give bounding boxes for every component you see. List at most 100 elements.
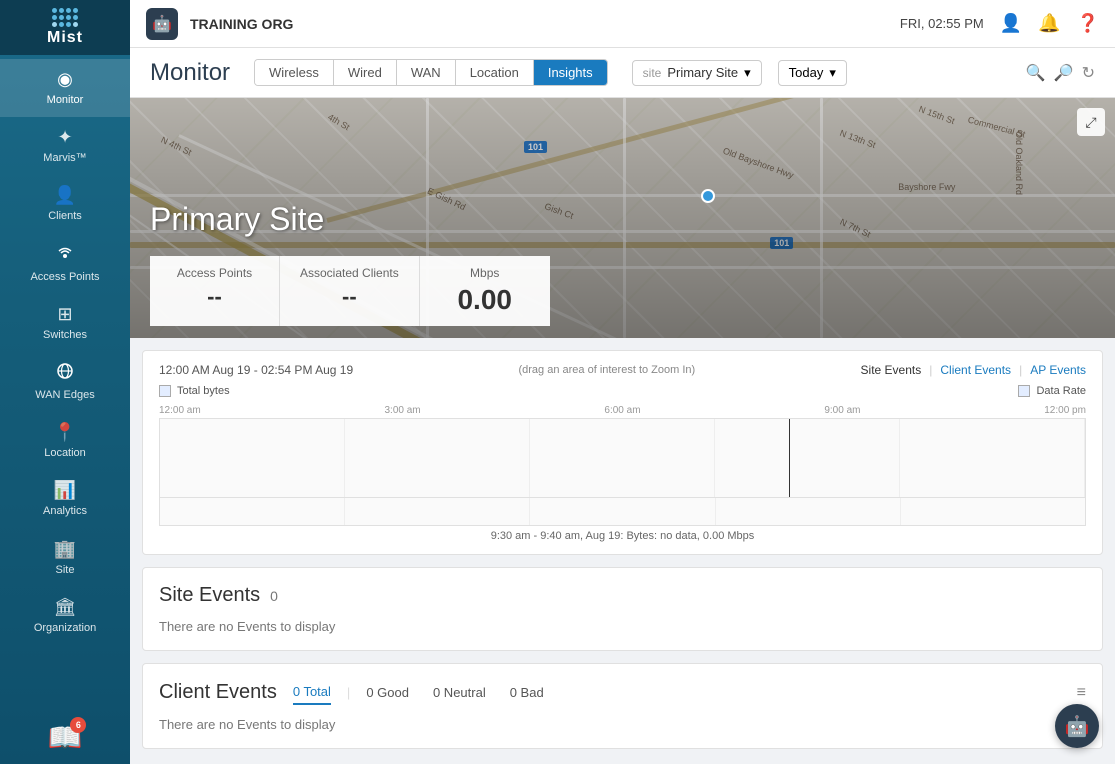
site-selector[interactable]: site Primary Site ▾: [632, 60, 762, 86]
chart-time-range: 12:00 AM Aug 19 - 02:54 PM Aug 19: [159, 363, 353, 377]
sidebar-item-wan-edges[interactable]: WAN Edges: [0, 352, 130, 412]
time-label-3: 9:00 am: [824, 405, 860, 416]
stat-card-ap: Access Points --: [150, 256, 280, 326]
sidebar-bottom: 📖 6: [38, 711, 93, 764]
ap-icon: [56, 244, 74, 267]
topbar-org-name: TRAINING ORG: [190, 16, 888, 32]
sidebar: Mist ◉ Monitor ✦ Marvis™ 👤 Clients Acces…: [0, 0, 130, 764]
chart-link-client-events[interactable]: Client Events: [940, 363, 1011, 377]
topbar-right: FRI, 02:55 PM 👤 🔔 ❓: [900, 13, 1099, 34]
page-body: 101 101 4th St Old Bayshore Hwy N 13th S…: [130, 98, 1115, 764]
site-name: Primary Site: [667, 65, 738, 80]
stats-cards: Access Points -- Associated Clients -- M…: [150, 256, 550, 326]
client-tab-total[interactable]: 0 Total: [293, 680, 331, 705]
sidebar-item-switches[interactable]: ⊞ Switches: [0, 294, 130, 352]
location-icon: 📍: [54, 422, 76, 443]
stat-clients-label: Associated Clients: [300, 266, 399, 280]
notification-badge[interactable]: 📖 6: [48, 721, 83, 754]
chart-status-text: 9:30 am - 9:40 am, Aug 19: Bytes: no dat…: [159, 530, 1086, 542]
fullscreen-button[interactable]: ⤢: [1077, 108, 1105, 136]
chart-legend-left: Total bytes: [159, 385, 230, 397]
filter-icon[interactable]: ≡: [1077, 684, 1086, 702]
chart-section: 12:00 AM Aug 19 - 02:54 PM Aug 19 (drag …: [142, 350, 1103, 555]
tab-location[interactable]: Location: [456, 60, 534, 85]
sidebar-item-marvis[interactable]: ✦ Marvis™: [0, 117, 130, 175]
chat-widget[interactable]: 🤖: [1055, 704, 1099, 748]
stat-ap-label: Access Points: [170, 266, 259, 280]
chart-grid[interactable]: [159, 418, 1086, 498]
sidebar-item-label: Organization: [34, 622, 96, 635]
tab-insights[interactable]: Insights: [534, 60, 607, 85]
date-range-label: Today: [789, 65, 824, 80]
legend-right-label: Data Rate: [1036, 385, 1086, 397]
zoom-in-icon[interactable]: 🔎: [1054, 63, 1074, 83]
client-tab-neutral[interactable]: 0 Neutral: [433, 685, 486, 700]
sidebar-item-monitor[interactable]: ◉ Monitor: [0, 59, 130, 117]
sidebar-logo: Mist: [0, 0, 130, 55]
sidebar-item-label: Clients: [48, 210, 82, 223]
tab-wan[interactable]: WAN: [397, 60, 456, 85]
sidebar-nav: ◉ Monitor ✦ Marvis™ 👤 Clients Access Poi…: [0, 55, 130, 711]
date-selector[interactable]: Today ▾: [778, 60, 847, 86]
topbar: 🤖 TRAINING ORG FRI, 02:55 PM 👤 🔔 ❓: [130, 0, 1115, 48]
site-events-title: Site Events: [159, 584, 260, 607]
header-actions: 🔍 🔎 ↻: [1026, 63, 1095, 83]
client-events-header: Client Events 0 Total | 0 Good 0 Neutral…: [159, 680, 1086, 705]
chart-link-ap-events[interactable]: AP Events: [1030, 363, 1086, 377]
map-title: Primary Site: [150, 201, 324, 238]
topbar-logo: 🤖: [146, 8, 178, 40]
main-content: 🤖 TRAINING ORG FRI, 02:55 PM 👤 🔔 ❓ Monit…: [130, 0, 1115, 764]
date-dropdown-icon: ▾: [829, 65, 836, 81]
user-icon[interactable]: 👤: [1000, 13, 1022, 34]
sidebar-item-site[interactable]: 🏢 Site: [0, 529, 130, 587]
sidebar-item-label: Marvis™: [43, 152, 86, 165]
page-title: Monitor: [150, 59, 230, 87]
site-events-count: 0: [270, 588, 278, 604]
chart-links: Site Events | Client Events | AP Events: [861, 363, 1086, 377]
chart-header: 12:00 AM Aug 19 - 02:54 PM Aug 19 (drag …: [159, 363, 1086, 377]
sidebar-item-analytics[interactable]: 📊 Analytics: [0, 470, 130, 528]
client-tab-good[interactable]: 0 Good: [366, 685, 409, 700]
stat-ap-value: --: [170, 284, 259, 310]
sidebar-item-label: Analytics: [43, 505, 87, 518]
chart-legend-right: Data Rate: [1018, 385, 1086, 397]
stat-card-mbps: Mbps 0.00: [420, 256, 550, 326]
stat-mbps-value: 0.00: [440, 284, 530, 316]
bell-icon[interactable]: 🔔: [1038, 13, 1060, 34]
site-label: site: [643, 66, 662, 80]
sidebar-item-organization[interactable]: 🏛 Organization: [0, 587, 130, 645]
sidebar-item-label: WAN Edges: [35, 389, 95, 402]
legend-box-right: [1018, 385, 1030, 397]
sidebar-item-access-points[interactable]: Access Points: [0, 234, 130, 294]
stat-card-clients: Associated Clients --: [280, 256, 420, 326]
client-tab-bad[interactable]: 0 Bad: [510, 685, 544, 700]
chart-labels-top: 12:00 am 3:00 am 6:00 am 9:00 am 12:00 p…: [159, 405, 1086, 416]
sidebar-item-label: Access Points: [30, 271, 99, 284]
help-icon[interactable]: ❓: [1077, 13, 1099, 34]
badge-count: 6: [70, 717, 86, 733]
map-section: 101 101 4th St Old Bayshore Hwy N 13th S…: [130, 98, 1115, 338]
client-events-empty: There are no Events to display: [159, 717, 1086, 732]
tab-group: Wireless Wired WAN Location Insights: [254, 59, 608, 86]
tab-wired[interactable]: Wired: [334, 60, 397, 85]
zoom-out-icon[interactable]: 🔍: [1026, 63, 1046, 83]
clients-icon: 👤: [54, 185, 76, 206]
sidebar-item-label: Site: [56, 564, 75, 577]
sidebar-item-clients[interactable]: 👤 Clients: [0, 175, 130, 233]
refresh-icon[interactable]: ↻: [1082, 63, 1095, 83]
time-label-4: 12:00 pm: [1044, 405, 1086, 416]
site-events-header: Site Events 0: [159, 584, 1086, 607]
chart-link-site-events[interactable]: Site Events: [861, 363, 922, 377]
chart-lower: [159, 498, 1086, 526]
chart-hint: (drag an area of interest to Zoom In): [518, 364, 695, 376]
stat-mbps-label: Mbps: [440, 266, 530, 280]
chart-cursor: [789, 419, 790, 497]
sidebar-item-location[interactable]: 📍 Location: [0, 412, 130, 470]
site-events-section: Site Events 0 There are no Events to dis…: [142, 567, 1103, 651]
chat-icon: 🤖: [1065, 714, 1090, 739]
sidebar-item-label: Location: [44, 447, 86, 460]
sidebar-item-label: Switches: [43, 329, 87, 342]
sidebar-item-label: Monitor: [47, 94, 84, 107]
switches-icon: ⊞: [57, 304, 72, 325]
tab-wireless[interactable]: Wireless: [255, 60, 334, 85]
